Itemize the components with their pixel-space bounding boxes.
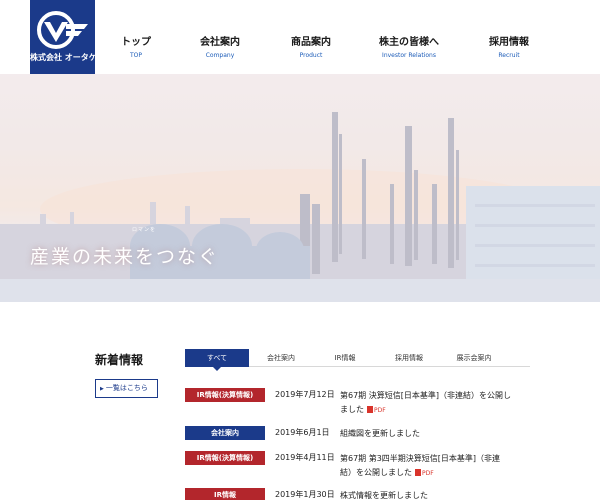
news-category-tabs: すべて 会社案内 IR情報 採用情報 展示会案内	[185, 349, 530, 371]
news-text-label: 第67期 決算短信[日本基準]（非連結）を公開しました	[340, 391, 511, 414]
news-text[interactable]: 株式情報を更新しました	[340, 489, 512, 500]
triangle-right-icon: ▶	[100, 386, 104, 392]
hero-subcopy: ロマンを	[132, 227, 157, 233]
pdf-icon: PDF	[367, 404, 386, 418]
news-text[interactable]: 第67期 第3四半期決算短信[日本基準]（非連結）を公開しました PDF	[340, 452, 512, 481]
category-badge: 会社案内	[185, 426, 265, 440]
hero-banner: ロマンを 産業の未来をつなぐ	[0, 74, 600, 302]
news-text[interactable]: 第67期 決算短信[日本基準]（非連結）を公開しました PDF	[340, 389, 512, 418]
tab-ir[interactable]: IR情報	[313, 349, 377, 367]
nav-label-jp: 商品案内	[291, 37, 331, 48]
nav-label-en: Company	[205, 52, 235, 59]
pdf-icon: PDF	[415, 467, 434, 481]
news-date: 2019年6月1日	[275, 428, 330, 437]
news-date: 2019年1月30日	[275, 490, 335, 499]
view-all-label: 一覧はこちら	[105, 384, 148, 392]
tab-all[interactable]: すべて	[185, 349, 249, 371]
view-all-news-button[interactable]: ▶ 一覧はこちら	[95, 379, 158, 398]
nav-label-en: Product	[299, 52, 323, 59]
tab-recruit[interactable]: 採用情報	[377, 349, 441, 367]
category-badge: IR情報(決算情報)	[185, 451, 265, 465]
news-text[interactable]: 組織図を更新しました	[340, 427, 512, 441]
nav-label-jp: 株主の皆様へ	[379, 37, 439, 48]
nav-label-en: Investor Relations	[382, 52, 436, 59]
news-text-label: 株式情報を更新しました	[340, 491, 428, 500]
nav-item-investor-relations[interactable]: 株主の皆様へ Investor Relations	[359, 36, 459, 59]
tab-company[interactable]: 会社案内	[249, 349, 313, 367]
hero-catchcopy: 産業の未来をつなぐ	[30, 246, 220, 268]
global-nav: トップ TOP 会社案内 Company 商品案内 Product 株主の皆様へ…	[0, 36, 600, 66]
site-header: 株式会社 オータケ トップ TOP 会社案内 Company 商品案内 Prod…	[0, 0, 600, 74]
category-badge: IR情報	[185, 488, 265, 500]
nav-label-jp: 採用情報	[489, 37, 529, 48]
news-text-label: 組織図を更新しました	[340, 429, 420, 438]
news-section-title: 新着情報	[95, 353, 144, 367]
nav-item-company[interactable]: 会社案内 Company	[170, 36, 270, 59]
nav-item-product[interactable]: 商品案内 Product	[261, 36, 361, 59]
news-date: 2019年4月11日	[275, 453, 335, 462]
news-date: 2019年7月12日	[275, 390, 335, 399]
nav-label-jp: 会社案内	[200, 37, 240, 48]
tab-exhibition[interactable]: 展示会案内	[441, 349, 507, 367]
nav-label-en: Recruit	[498, 52, 520, 59]
nav-item-recruit[interactable]: 採用情報 Recruit	[459, 36, 559, 59]
category-badge: IR情報(決算情報)	[185, 388, 265, 402]
